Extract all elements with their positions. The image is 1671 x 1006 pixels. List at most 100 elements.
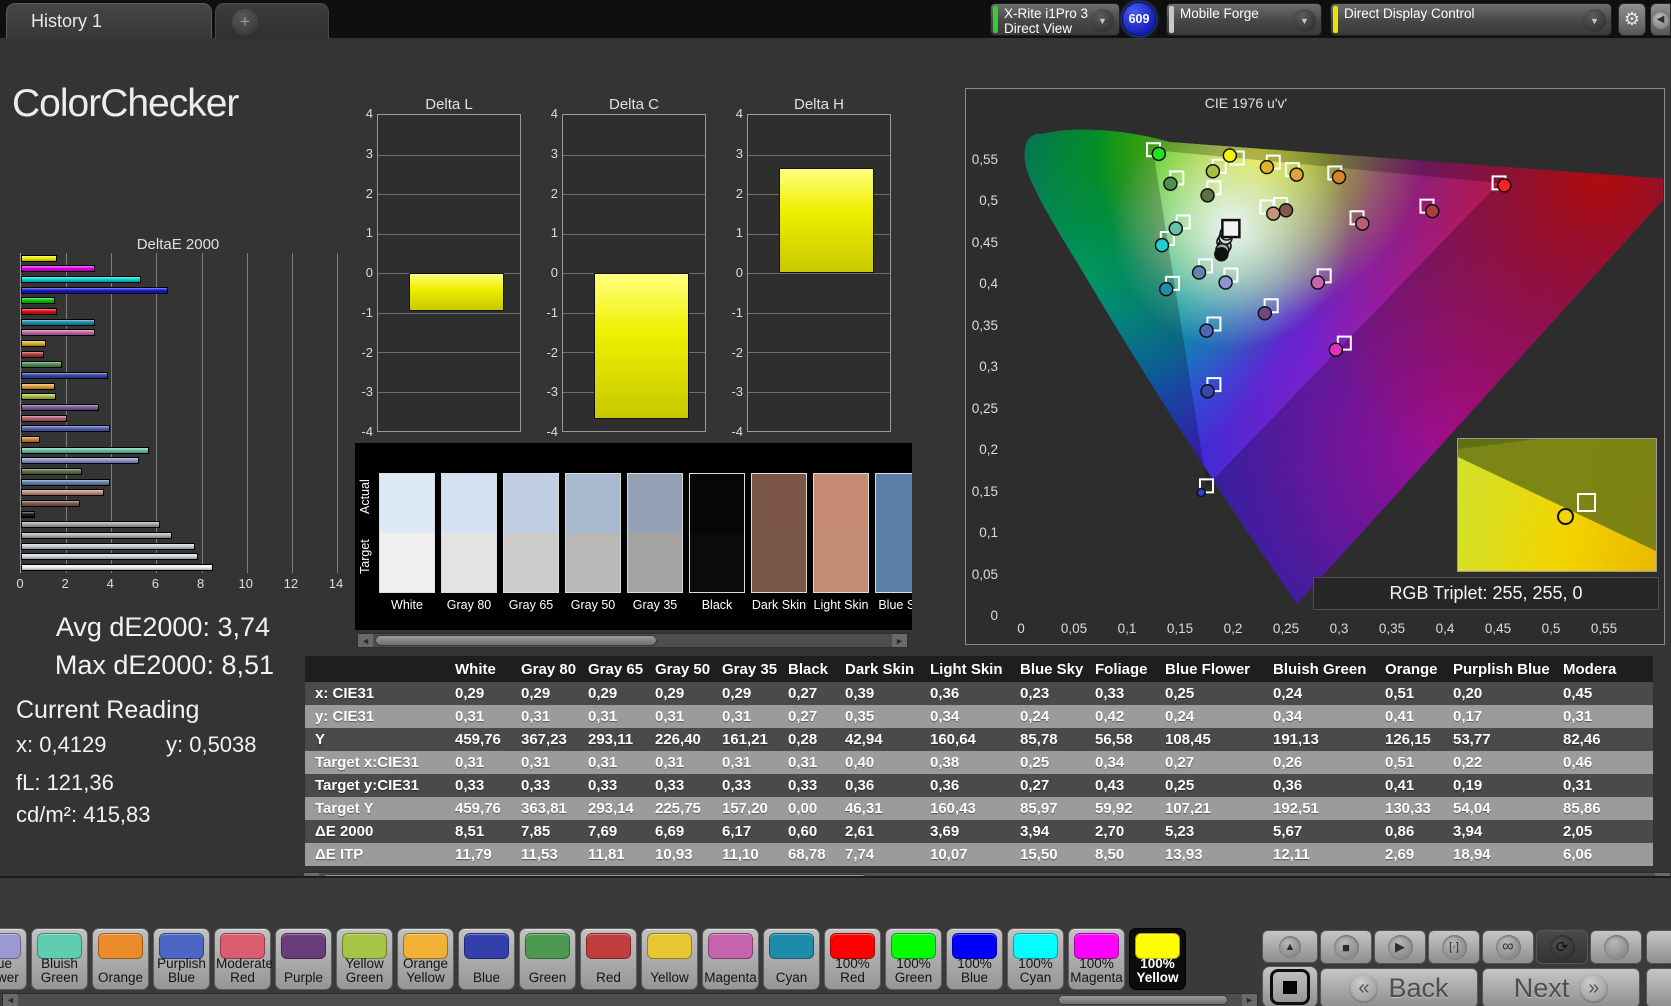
range-icon: [·] (1441, 934, 1467, 960)
col-gray-50: Gray 50 (655, 660, 711, 678)
pattern-button-red[interactable]: Red (580, 928, 637, 990)
cie-measured-point (1331, 169, 1347, 185)
source-dropdown[interactable]: Mobile Forge ▼ (1166, 3, 1322, 36)
de-bar-100-green (21, 297, 55, 305)
swatch-scrollbar-thumb[interactable] (375, 635, 657, 646)
continuous-measure-button[interactable]: ∞ (1482, 930, 1534, 964)
workflow-name: Direct Display Control (1344, 6, 1475, 21)
pattern-button-100-yellow[interactable]: 100% Yellow (1129, 928, 1186, 990)
pattern-button-100-cyan[interactable]: 100% Cyan (1007, 928, 1064, 990)
swatch-comparison-strip: Actual Target White Gray 80 Gray 65 Gray 50… (355, 443, 912, 630)
pattern-bar: BlueFlowerBluishGreenOrangePurplishBlueM… (0, 876, 1671, 1006)
cie-measured-point (1151, 146, 1167, 162)
partial-nav-button[interactable] (1646, 968, 1671, 1006)
col-gray-35: Gray 35 (722, 660, 778, 678)
col-light-skin: Light Skin (930, 660, 1003, 678)
cie-measured-point (1196, 487, 1206, 498)
pattern-bar-scrollbar[interactable]: ◄ ► (2, 993, 1258, 1006)
table-row-x-cie31: x: CIE31 0,29 0,29 0,29 0,29 0,29 0,27 0,39 0,36… (305, 682, 1653, 705)
tab-history-1[interactable]: History 1 (6, 3, 212, 38)
play-button[interactable]: ▶ (1374, 930, 1426, 964)
meter-dropdown[interactable]: X-Rite i1Pro 3 Direct View ▼ (990, 3, 1120, 36)
measurement-count-badge[interactable]: 609 (1122, 2, 1156, 36)
cie-measured-point (1200, 383, 1215, 399)
back-chevrons-icon: « (1349, 973, 1379, 1003)
scroll-right-icon[interactable]: ► (892, 634, 907, 647)
meter-mode: Direct View (1004, 21, 1073, 36)
next-button[interactable]: Next » (1482, 968, 1640, 1006)
cie-measured-point (1214, 247, 1229, 262)
pattern-button-blue[interactable]: Blue (458, 928, 515, 990)
inset-target-point (1576, 493, 1596, 513)
de-bar-100-blue (21, 286, 168, 294)
col-bluish-green: Bluish Green (1273, 660, 1367, 678)
pattern-button-cyan[interactable]: Cyan (763, 928, 820, 990)
loop-button-pressed[interactable]: ⟳ (1536, 930, 1588, 964)
blank-control-button[interactable] (1590, 930, 1642, 964)
settings-button[interactable]: ⚙ (1618, 3, 1646, 36)
infinity-icon: ∞ (1495, 934, 1521, 960)
col-blue-sky: Blue Sky (1020, 660, 1084, 678)
cie-measured-point (1425, 203, 1440, 219)
pattern-color-swatch (98, 933, 143, 959)
col-black: Black (788, 660, 829, 678)
de-bar-gray-65 (21, 542, 195, 550)
pattern-button-green[interactable]: Green (519, 928, 576, 990)
pattern-window-button[interactable] (1262, 966, 1318, 1006)
cie-diagram-title: CIE 1976 u'v' (1204, 95, 1288, 111)
de-bar-blue (21, 372, 108, 380)
pattern-button-100-magenta[interactable]: 100% Magenta (1068, 928, 1125, 990)
table-row-y: Y 459,76 367,23 293,11 226,40 161,21 0,28 42,94… (305, 728, 1653, 751)
cie-measured-point (1218, 275, 1233, 290)
pattern-button-bluish-green[interactable]: Bluish Green (31, 928, 88, 990)
back-button[interactable]: « Back (1320, 968, 1478, 1006)
pattern-button-moderate-red[interactable]: Moderate Red (214, 928, 273, 990)
new-tab-button[interactable]: + (215, 3, 329, 39)
pattern-color-swatch (586, 933, 631, 959)
pattern-color-swatch (464, 933, 509, 959)
pattern-button-purplish-blue[interactable]: Purplish Blue (153, 928, 210, 990)
pattern-button-magenta[interactable]: Magenta (702, 928, 759, 990)
pattern-panel-up-button[interactable]: ▲ (1262, 930, 1318, 963)
cie-measured-point (1200, 188, 1215, 203)
swatch-strip-scrollbar[interactable]: ◄ ► (357, 633, 908, 648)
scroll-left-icon[interactable]: ◄ (3, 994, 18, 1006)
deltae2000-chart: DeltaE 2000 0 2 4 6 8 10 12 14 (16, 236, 343, 594)
swatch-gray-65: Gray 65 (503, 473, 559, 612)
workflow-status-stripe (1333, 6, 1338, 33)
in set-measured-point (1557, 507, 1574, 525)
deltae2000-chart-title: DeltaE 2000 (136, 236, 220, 253)
pattern-button-100-green[interactable]: 100% Green (885, 928, 942, 990)
pattern-button-yellow[interactable]: Yellow (641, 928, 698, 990)
cie-measured-point (1222, 148, 1238, 163)
source-name: Mobile Forge (1180, 6, 1259, 21)
pattern-button-100-blue[interactable]: 100% Blue (946, 928, 1003, 990)
pattern-scrollbar-thumb[interactable] (1058, 995, 1228, 1005)
pattern-button-yellow-green[interactable]: Yellow Green (336, 928, 393, 990)
partial-control-button[interactable] (1646, 930, 1671, 964)
stop-button[interactable]: ■ (1320, 930, 1372, 964)
max-de2000-value: Max dE2000: 8,51 (54, 650, 274, 680)
range-button[interactable]: [·] (1428, 930, 1480, 964)
col-purplish-blue: Purplish Blue (1453, 660, 1550, 678)
gamut-zoom-inset (1457, 438, 1657, 572)
cie-measured-point (1355, 216, 1370, 231)
scroll-left-icon[interactable]: ◄ (358, 634, 373, 647)
cie-measured-point (1266, 206, 1281, 221)
pattern-button-orange-yellow[interactable]: Orange Yellow (397, 928, 454, 990)
de-bar-dark-skin (21, 499, 80, 507)
pattern-button-purple[interactable]: Purple (275, 928, 332, 990)
table-header-row: White Gray 80 Gray 65 Gray 50 Gray 35 Black Da… (305, 656, 1653, 682)
collapse-panel-button[interactable]: ◀ (1650, 3, 1671, 36)
de-bar-green (21, 361, 62, 369)
pattern-button-orange[interactable]: Orange (92, 928, 149, 990)
cie-measured-point (1168, 221, 1184, 236)
col-foliage: Foliage (1095, 660, 1148, 678)
deltae2000-plot (20, 253, 338, 573)
pattern-button-blue-flower[interactable]: BlueFlower (0, 928, 27, 990)
cie-measured-point (1199, 323, 1214, 338)
workflow-dropdown[interactable]: Direct Display Control ▼ (1330, 3, 1612, 36)
pattern-button-100-red[interactable]: 100% Red (824, 928, 881, 990)
swatch-black: Black (689, 473, 745, 612)
scroll-right-icon[interactable]: ► (1242, 994, 1257, 1006)
